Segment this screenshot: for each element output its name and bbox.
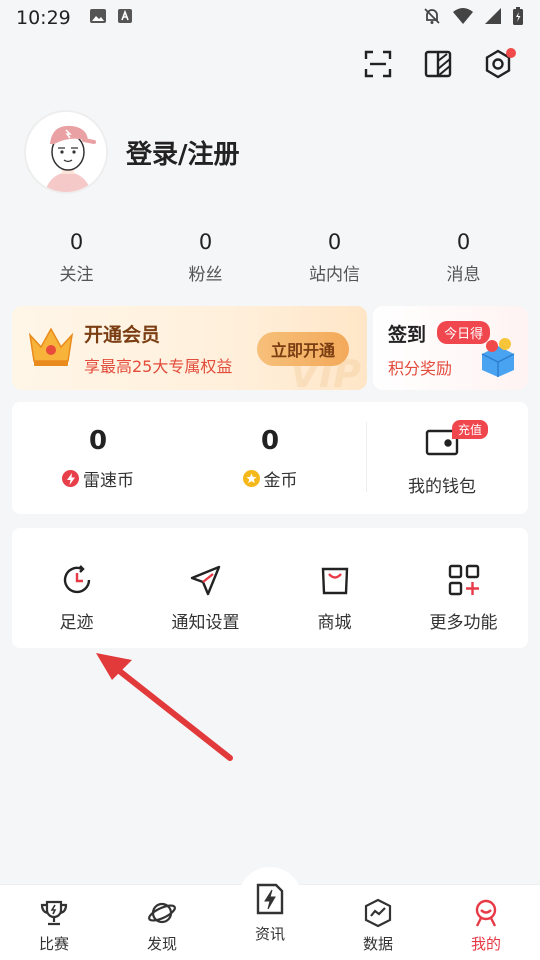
history-label: 足迹 bbox=[59, 613, 94, 633]
thunder-coin-label: 雷速币 bbox=[83, 471, 134, 491]
more-functions-button[interactable]: 更多功能 bbox=[399, 528, 528, 648]
vip-title: 开通会员 bbox=[84, 323, 161, 346]
trophy-icon bbox=[38, 897, 70, 929]
open-vip-button[interactable]: 立即开通 bbox=[257, 332, 349, 366]
stat-value: 0 bbox=[456, 230, 471, 254]
stat-label: 粉丝 bbox=[188, 265, 223, 285]
thunder-coin-value: 0 bbox=[88, 426, 108, 456]
stats-row: 0 关注 0 粉丝 0 站内信 0 消息 bbox=[12, 230, 528, 285]
thunder-coin-item[interactable]: 0 雷速币 bbox=[12, 402, 184, 514]
login-register-link[interactable]: 登录/注册 bbox=[126, 134, 240, 171]
wifi-icon bbox=[452, 7, 474, 29]
more-functions-label: 更多功能 bbox=[429, 613, 498, 633]
tab-matches[interactable]: 比赛 bbox=[0, 885, 108, 960]
stat-value: 0 bbox=[327, 230, 342, 254]
gift-box-icon bbox=[478, 336, 518, 382]
top-actions bbox=[360, 46, 516, 82]
tab-label: 我的 bbox=[470, 935, 501, 953]
wallet-divider bbox=[366, 422, 367, 492]
stat-value: 0 bbox=[198, 230, 213, 254]
font-a-icon bbox=[117, 8, 133, 28]
shopping-bag-icon bbox=[317, 562, 353, 598]
recharge-badge[interactable]: 充值 bbox=[452, 420, 489, 439]
chart-shield-icon bbox=[362, 897, 394, 929]
vip-card[interactable]: 开通会员 享最高25大专属权益 VIP 立即开通 bbox=[12, 306, 367, 390]
stat-label: 站内信 bbox=[309, 265, 360, 285]
mall-button[interactable]: 商城 bbox=[270, 528, 399, 648]
signal-icon bbox=[484, 7, 502, 29]
my-wallet-label: 我的钱包 bbox=[408, 477, 476, 497]
gold-coin-icon bbox=[242, 470, 260, 487]
status-bar: 10:29 bbox=[0, 0, 540, 36]
bottom-tab-bar: 比赛 发现 资讯 数据 我的 bbox=[0, 867, 540, 960]
stat-following[interactable]: 0 关注 bbox=[12, 230, 141, 285]
scan-icon[interactable] bbox=[360, 46, 396, 82]
planet-icon bbox=[146, 897, 178, 929]
history-button[interactable]: 足迹 bbox=[12, 528, 141, 648]
battery-icon bbox=[512, 6, 524, 30]
tab-data[interactable]: 数据 bbox=[324, 885, 432, 960]
stat-inbox[interactable]: 0 站内信 bbox=[270, 230, 399, 285]
grid-plus-icon bbox=[446, 562, 482, 598]
tab-label: 比赛 bbox=[38, 935, 69, 953]
settings-icon[interactable] bbox=[480, 46, 516, 82]
function-grid: 足迹 通知设置 商城 更多功能 bbox=[12, 528, 528, 648]
user-smile-icon bbox=[470, 897, 502, 929]
tab-label: 资讯 bbox=[254, 925, 285, 943]
gold-coin-label: 金币 bbox=[263, 471, 298, 491]
stat-followers[interactable]: 0 粉丝 bbox=[141, 230, 270, 285]
tab-mine[interactable]: 我的 bbox=[432, 885, 540, 960]
stat-label: 关注 bbox=[59, 265, 94, 285]
lightning-doc-icon bbox=[252, 881, 288, 917]
mall-label: 商城 bbox=[317, 613, 352, 633]
mute-bell-icon bbox=[422, 6, 442, 30]
thunder-coin-icon bbox=[62, 470, 79, 487]
avatar[interactable] bbox=[24, 110, 108, 194]
notification-settings-label: 通知设置 bbox=[171, 613, 240, 633]
gold-coin-item[interactable]: 0 金币 bbox=[184, 402, 356, 514]
notification-dot bbox=[506, 48, 516, 58]
vip-subtitle: 享最高25大专属权益 bbox=[84, 356, 233, 376]
stat-label: 消息 bbox=[446, 265, 481, 285]
profile-header[interactable]: 登录/注册 bbox=[24, 110, 240, 194]
tab-label: 数据 bbox=[362, 935, 393, 953]
image-icon bbox=[89, 8, 107, 28]
signin-title: 签到 bbox=[388, 324, 427, 346]
my-wallet-item[interactable]: 充值 我的钱包 bbox=[356, 402, 528, 514]
paper-plane-icon bbox=[188, 562, 224, 598]
crown-icon bbox=[26, 323, 76, 373]
tab-label: 发现 bbox=[146, 935, 177, 953]
signin-card[interactable]: 签到 今日得 积分奖励 bbox=[373, 306, 528, 390]
history-clock-icon bbox=[59, 562, 95, 598]
stat-value: 0 bbox=[69, 230, 84, 254]
status-time: 10:29 bbox=[16, 7, 71, 29]
tab-discover[interactable]: 发现 bbox=[108, 885, 216, 960]
wallet-card: 0 雷速币 0 金币 充值 我的钱包 bbox=[12, 402, 528, 514]
gold-coin-value: 0 bbox=[260, 426, 280, 456]
notification-settings-button[interactable]: 通知设置 bbox=[141, 528, 270, 648]
annotation-arrow bbox=[96, 653, 233, 761]
theme-switch-icon[interactable] bbox=[420, 46, 456, 82]
tab-news[interactable]: 资讯 bbox=[216, 881, 324, 956]
stat-messages[interactable]: 0 消息 bbox=[399, 230, 528, 285]
